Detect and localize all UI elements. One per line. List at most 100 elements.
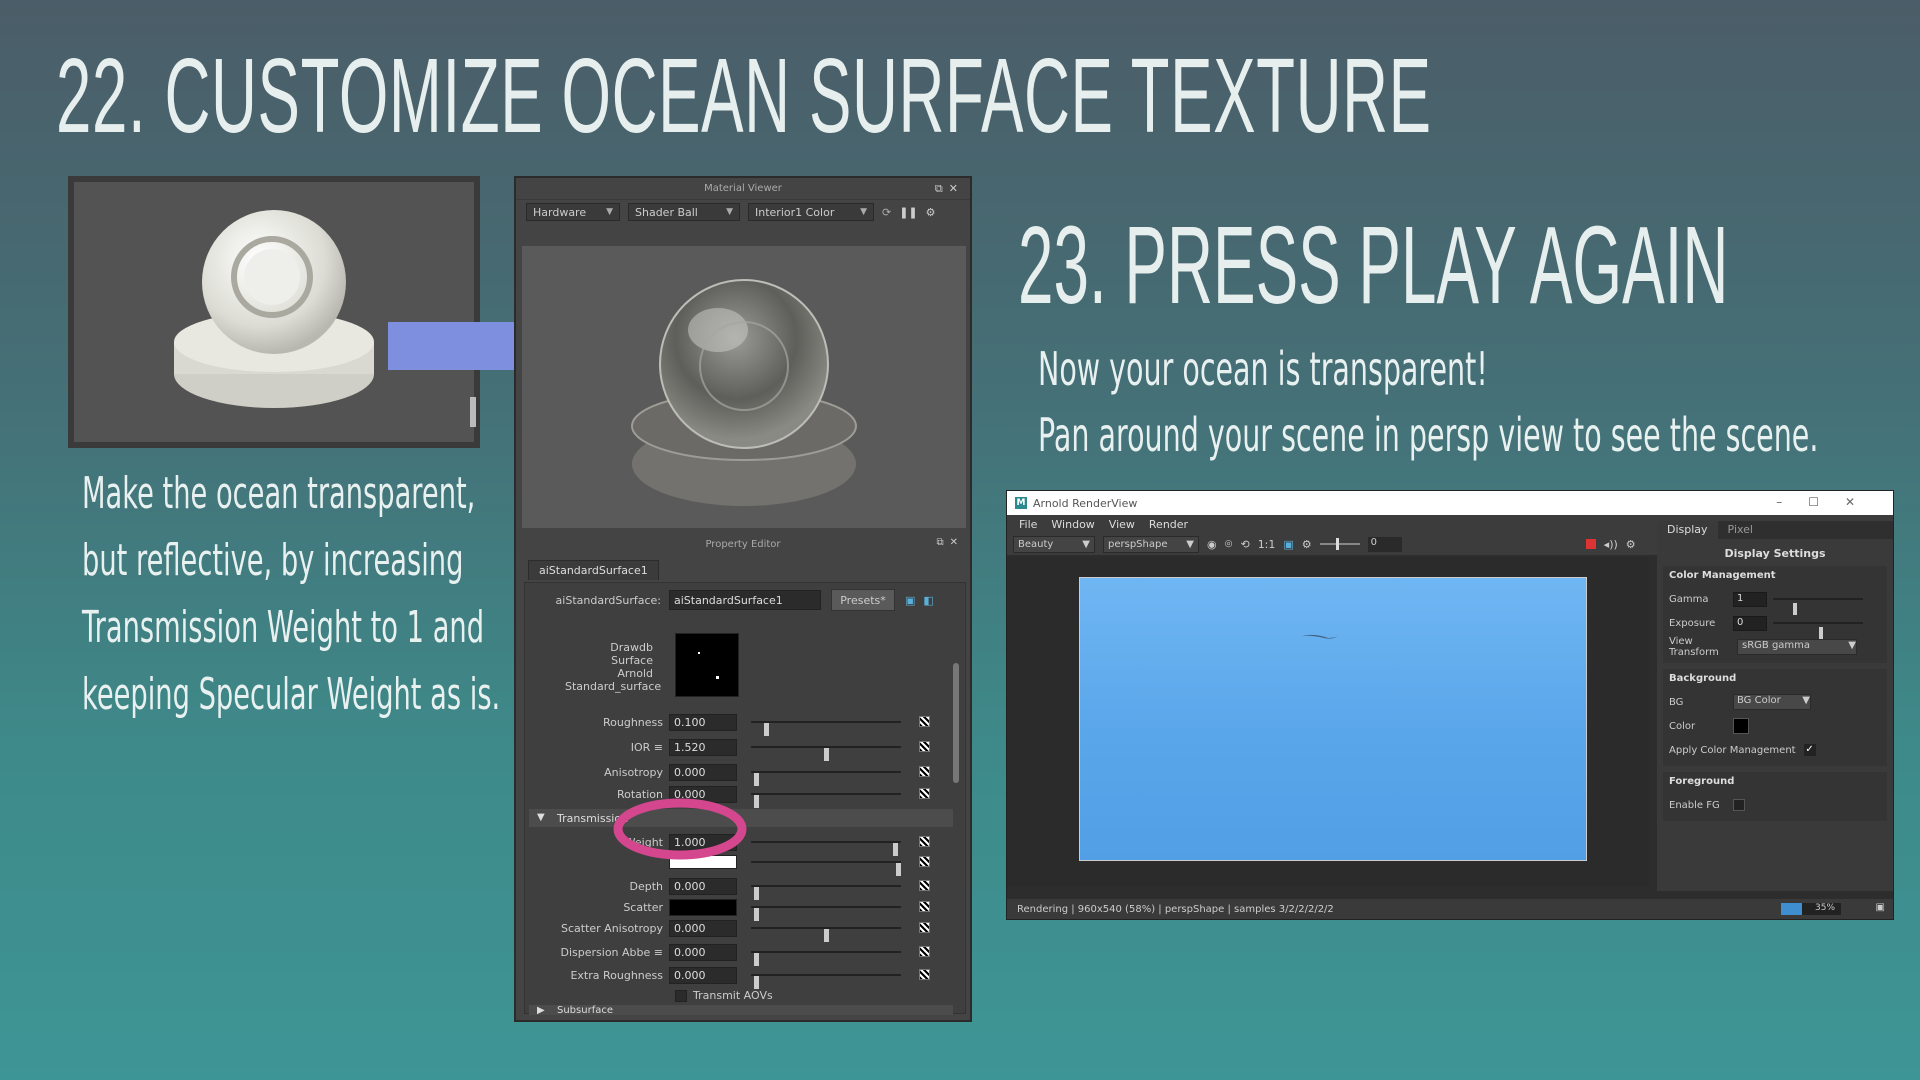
attr-value-field[interactable]: 0.000 — [669, 877, 737, 895]
menu-file[interactable]: File — [1019, 518, 1037, 531]
material-viewer-viewport[interactable] — [522, 246, 966, 528]
geometry-dropdown[interactable]: Shader Ball ▼ — [628, 203, 740, 221]
exposure-slider[interactable] — [1319, 538, 1360, 550]
enable-fg-label: Enable FG — [1669, 799, 1720, 811]
ratio-button[interactable]: 1:1 — [1258, 538, 1276, 551]
exposure-setting-field[interactable]: 0 — [1733, 615, 1767, 631]
scrollbar-thumb[interactable] — [953, 663, 959, 783]
tab-aistandardsurface1[interactable]: aiStandardSurface1 — [528, 560, 659, 580]
map-button-icon[interactable] — [919, 836, 930, 847]
section-subsurface[interactable]: ▶ Subsurface — [529, 1005, 953, 1015]
attr-slider-knob[interactable] — [823, 929, 829, 942]
menu-window[interactable]: Window — [1051, 518, 1094, 531]
bg-color-swatch[interactable] — [1733, 718, 1749, 734]
aov-dropdown[interactable]: Beauty ▼ — [1013, 535, 1095, 553]
attr-slider-knob[interactable] — [753, 795, 759, 808]
attr-row-scatter: Scatter — [525, 898, 945, 921]
frame-icon[interactable]: ▣ — [1283, 538, 1293, 551]
stop-render-icon[interactable] — [1585, 539, 1596, 549]
gamma-field[interactable]: 1 — [1733, 591, 1767, 607]
transmit-aovs-checkbox[interactable] — [675, 989, 687, 1002]
bg-dropdown[interactable]: BG Color ▼ — [1733, 694, 1811, 710]
rgb-icon[interactable]: ◎ — [1225, 539, 1233, 549]
attr-value-field[interactable]: 0.000 — [669, 943, 737, 961]
attr-slider-knob[interactable] — [896, 863, 901, 876]
swatch-label-line: Arnold — [617, 667, 653, 680]
pause-icon[interactable]: ❚❚ — [899, 206, 917, 219]
map-button-icon[interactable] — [919, 946, 930, 957]
environment-dropdown[interactable]: Interior1 Color ▼ — [748, 203, 874, 221]
exposure-slider-knob[interactable] — [1335, 538, 1339, 550]
tab-display[interactable]: Display — [1657, 521, 1718, 539]
scatter-color-swatch[interactable] — [669, 898, 737, 916]
sun-icon[interactable]: ◉ — [1207, 538, 1217, 551]
enable-fg-row: Enable FG — [1669, 793, 1881, 817]
node-name-label: aiStandardSurface: — [555, 593, 661, 607]
attr-slider-knob[interactable] — [753, 953, 759, 966]
property-editor-scrollbar[interactable] — [951, 593, 961, 903]
material-swatch[interactable] — [675, 633, 739, 697]
attr-slider-track[interactable] — [751, 721, 901, 736]
presets-button[interactable]: Presets* — [831, 589, 895, 611]
refresh-icon[interactable]: ⟳ — [882, 206, 891, 219]
apply-cm-checkbox[interactable]: ✓ — [1803, 744, 1816, 756]
exposure-field[interactable]: 0 — [1367, 536, 1402, 552]
panel-float-close-icon[interactable]: ⧉✕ — [936, 537, 964, 548]
gamma-slider[interactable] — [1773, 598, 1863, 615]
expand-triangle-icon[interactable]: ▶ — [537, 1005, 545, 1015]
view-transform-dropdown[interactable]: sRGB gamma ▼ — [1737, 639, 1857, 655]
map-button-icon[interactable] — [919, 969, 930, 980]
render-sound-icon[interactable]: ◂)) — [1604, 538, 1618, 551]
copy-tab-icon[interactable]: ▣ — [905, 594, 915, 607]
attr-row-roughness: Roughness 0.100 — [525, 713, 945, 736]
group-heading: Color Management — [1669, 570, 1776, 581]
map-button-icon[interactable] — [919, 788, 930, 799]
renderer-dropdown[interactable]: Hardware ▼ — [526, 203, 620, 221]
attr-slider-track[interactable] — [751, 927, 901, 942]
map-button-icon[interactable] — [919, 922, 930, 933]
attr-slider-knob[interactable] — [764, 723, 770, 736]
map-button-icon[interactable] — [919, 716, 930, 727]
attr-slider-track[interactable] — [751, 974, 901, 989]
map-button-icon[interactable] — [919, 880, 930, 891]
map-button-icon[interactable] — [919, 901, 930, 912]
attr-slider-track[interactable] — [751, 771, 901, 786]
attr-slider-track[interactable] — [751, 841, 901, 856]
attr-slider-track[interactable] — [751, 746, 901, 761]
snapshot-icon[interactable]: ▣ — [1876, 902, 1885, 913]
attr-slider-track[interactable] — [751, 861, 901, 876]
attr-value-field[interactable]: 0.000 — [669, 966, 737, 984]
attr-value-field[interactable]: 1.520 — [669, 738, 737, 756]
collapse-triangle-icon[interactable]: ▼ — [537, 812, 545, 823]
swatch-label-line: Surface — [611, 654, 653, 667]
gear-icon[interactable]: ⚙ — [926, 206, 936, 219]
attr-slider-track[interactable] — [751, 906, 901, 921]
attr-slider-knob[interactable] — [753, 976, 759, 989]
attr-value-field[interactable]: 0.000 — [669, 919, 737, 937]
map-button-icon[interactable] — [919, 766, 930, 777]
attr-slider-track[interactable] — [751, 793, 901, 808]
attr-value-field[interactable]: 0.000 — [669, 763, 737, 781]
panel-float-close-icon[interactable]: ⧉✕ — [935, 182, 964, 196]
attr-value-field[interactable]: 0.100 — [669, 713, 737, 731]
render-viewport[interactable] — [1007, 557, 1649, 887]
instruction-text-block: Make the ocean transparent, but reflecti… — [82, 460, 500, 728]
menu-render[interactable]: Render — [1149, 518, 1188, 531]
view-transform-value: sRGB gamma — [1742, 640, 1811, 651]
show-hide-icon[interactable]: ◧ — [923, 594, 933, 607]
map-button-icon[interactable] — [919, 741, 930, 752]
attr-slider-knob[interactable] — [823, 748, 829, 761]
tab-pixel[interactable]: Pixel — [1718, 521, 1763, 539]
menu-view[interactable]: View — [1109, 518, 1135, 531]
window-controls-icon[interactable]: –☐✕ — [1776, 495, 1881, 509]
camera-dropdown[interactable]: perspShape ▼ — [1103, 535, 1199, 553]
exposure-setting-slider[interactable] — [1773, 622, 1863, 639]
map-button-icon[interactable] — [919, 856, 930, 867]
node-name-field[interactable]: aiStandardSurface1 — [669, 590, 821, 610]
attr-slider-track[interactable] — [751, 885, 901, 900]
attr-slider-track[interactable] — [751, 951, 901, 966]
gear-icon[interactable]: ⚙ — [1302, 538, 1312, 551]
settings-gear-icon[interactable]: ⚙ — [1626, 538, 1636, 551]
refresh-icon[interactable]: ⟲ — [1240, 538, 1249, 551]
enable-fg-checkbox[interactable] — [1733, 799, 1745, 811]
